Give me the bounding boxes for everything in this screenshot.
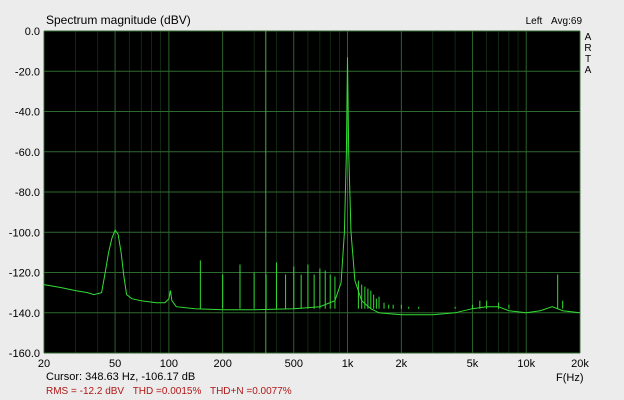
y-tick-label: -160.0 [9, 348, 40, 360]
cursor-readout: Cursor: 348.63 Hz, -106.17 dB [46, 371, 196, 383]
thdn-value: THD+N =0.0077% [209, 386, 292, 397]
x-tick-label: 200 [213, 358, 231, 370]
x-tick-label: 20k [571, 358, 589, 370]
x-axis-label: F(Hz) [556, 372, 584, 384]
y-tick-label: -60.0 [15, 147, 40, 159]
thd-value: THD =0.0015% [132, 386, 202, 397]
y-tick-label: -140.0 [9, 308, 40, 320]
y-tick-label: -80.0 [15, 187, 40, 199]
y-axis-ticks: 0.0 -20.0 -40.0 -60.0 -80.0 -100.0 -120.0 -140.… [9, 26, 40, 360]
y-tick-label: -40.0 [15, 107, 40, 119]
y-tick-label: -120.0 [9, 268, 40, 280]
x-tick-label: 1k [342, 358, 354, 370]
x-tick-label: 100 [160, 358, 178, 370]
x-tick-label: 20 [38, 358, 50, 370]
x-tick-label: 500 [285, 358, 303, 370]
y-tick-label: -20.0 [15, 66, 40, 78]
measurement-readout: RMS = -12.2 dBV THD =0.0015% THD+N =0.00… [46, 386, 298, 397]
x-tick-label: 2k [396, 358, 408, 370]
y-tick-label: -100.0 [9, 227, 40, 239]
x-axis-ticks: 20 50 100 200 500 1k 2k 5k 10k 20k [38, 358, 589, 370]
x-tick-label: 50 [109, 358, 121, 370]
rms-value: RMS = -12.2 dBV [46, 386, 125, 397]
x-tick-label: 10k [517, 358, 535, 370]
x-tick-label: 5k [467, 358, 479, 370]
spectrum-window: Spectrum magnitude (dBV) Left Avg:69 ART… [0, 0, 624, 400]
y-tick-label: 0.0 [25, 26, 40, 38]
spectrum-plot[interactable]: 0.0 -20.0 -40.0 -60.0 -80.0 -100.0 -120.0 -140.… [0, 0, 624, 400]
